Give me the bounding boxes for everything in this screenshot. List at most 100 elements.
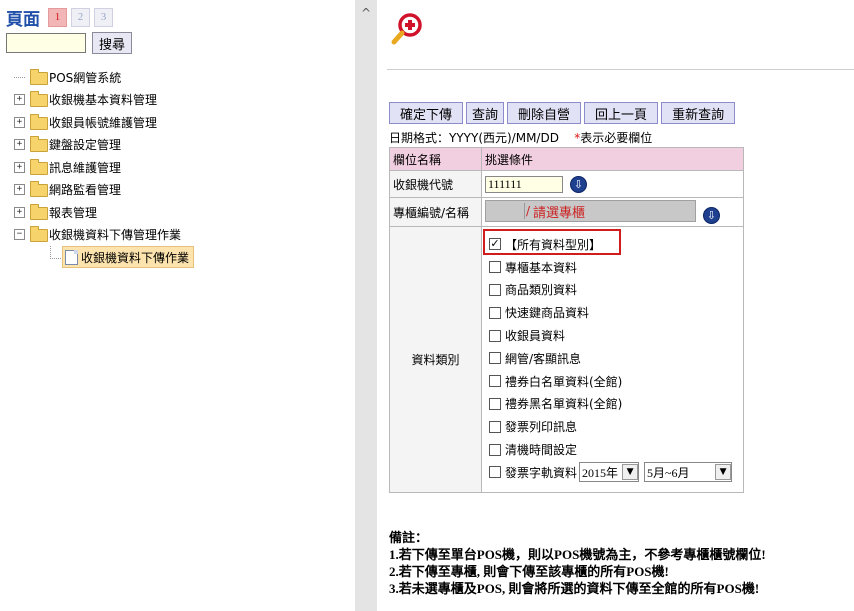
required-note: 表示必要欄位	[580, 131, 653, 145]
collapse-icon[interactable]: −	[14, 229, 25, 241]
type-option-invoice-track[interactable]: 發票字軌資料 2015年 ▼ 5月~6月 ▼	[489, 461, 740, 484]
tree-item-keyboard[interactable]: + 鍵盤設定管理	[14, 134, 194, 157]
expand-icon[interactable]: +	[14, 94, 25, 106]
tree-item-cashier-account[interactable]: + 收銀員帳號維護管理	[14, 111, 194, 134]
page-1-link[interactable]: 1	[48, 7, 67, 27]
checkbox[interactable]	[489, 420, 501, 433]
tree-item-label: 收銀機資料下傳作業	[81, 250, 190, 265]
period-select-value: 5月~6月	[647, 465, 690, 480]
pos-code-input[interactable]	[485, 175, 563, 193]
type-label: 禮券白名單資料(全館)	[505, 374, 623, 389]
type-label: 發票字軌資料	[505, 465, 578, 480]
expand-icon[interactable]: +	[14, 161, 25, 173]
chevron-down-icon[interactable]: ▼	[622, 464, 639, 481]
checkbox[interactable]	[489, 466, 501, 479]
data-type-label: 資料類別	[389, 226, 482, 493]
tree-item-label: 收銀員帳號維護管理	[49, 115, 158, 130]
remarks: 備註： 1.若下傳至單台POS機，則以POS機號為主，不參考專櫃櫃號欄位! 2.…	[389, 529, 766, 597]
column-name-header: 欄位名稱	[389, 147, 482, 171]
expand-icon[interactable]: +	[14, 139, 25, 151]
type-option[interactable]: 禮券白名單資料(全館)	[489, 370, 740, 393]
pager-title: 頁面	[6, 9, 40, 29]
delete-self-run-button[interactable]: 刪除自營	[507, 102, 582, 124]
remarks-title: 備註：	[389, 530, 429, 545]
expand-icon[interactable]: +	[14, 184, 25, 196]
type-option[interactable]: 快速鍵商品資料	[489, 301, 740, 324]
tree-item-label: 訊息維護管理	[49, 160, 122, 175]
requery-button[interactable]: 重新查詢	[661, 102, 736, 124]
type-option[interactable]: 清機時間設定	[489, 438, 740, 461]
folder-icon	[30, 181, 48, 198]
type-option[interactable]: 專櫃基本資料	[489, 256, 740, 279]
type-label: 發票列印訊息	[505, 420, 578, 435]
tree-search: 搜尋	[6, 32, 133, 54]
page-2-link[interactable]: 2	[71, 7, 90, 27]
search-button[interactable]: 搜尋	[92, 32, 133, 54]
cabinet-field[interactable]: / 請選專櫃	[485, 200, 697, 222]
remark-line: 2.若下傳至專櫃, 則會下傳至該專櫃的所有POS機!	[389, 564, 669, 579]
type-option[interactable]: 禮券黑名單資料(全館)	[489, 393, 740, 416]
query-button[interactable]: 查詢	[466, 102, 505, 124]
folder-icon	[30, 91, 48, 108]
tree-item-download-mgmt[interactable]: − 收銀機資料下傳管理作業	[14, 224, 194, 247]
tree-item-label: 收銀機基本資料管理	[49, 93, 158, 108]
checkbox[interactable]	[489, 397, 501, 410]
tree-item-label: 收銀機資料下傳管理作業	[49, 228, 182, 243]
pane-splitter[interactable]: ^	[355, 0, 377, 611]
tree-connector	[14, 76, 25, 78]
type-label: 商品類別資料	[505, 283, 578, 298]
tree-item-network-monitor[interactable]: + 網路監看管理	[14, 179, 194, 202]
checkbox[interactable]	[489, 329, 501, 342]
content-pane: 確定下傳 查詢 刪除自營 回上一頁 重新查詢 日期格式：YYYY(西元)/MM/…	[377, 0, 854, 611]
period-select[interactable]: 5月~6月 ▼	[644, 462, 733, 483]
folder-icon	[30, 113, 48, 130]
pos-lookup-icon[interactable]: ⇩	[569, 175, 587, 193]
year-select-value: 2015年	[582, 465, 619, 480]
condition-header: 挑選條件	[481, 147, 744, 171]
type-label: 禮券黑名單資料(全館)	[505, 397, 623, 412]
checkbox[interactable]	[489, 283, 501, 296]
tree-root[interactable]: POS網管系統	[14, 66, 194, 89]
checkbox[interactable]	[489, 352, 501, 365]
tree-item-label: 網路監看管理	[49, 183, 122, 198]
function-tree: POS網管系統 + 收銀機基本資料管理 + 收銀員帳號維護管理 + 鍵盤設定管理…	[14, 66, 195, 269]
pager: 頁面 1 2 3	[6, 6, 117, 29]
format-note: 日期格式：YYYY(西元)/MM/DD *表示必要欄位	[389, 129, 652, 146]
cabinet-lookup-icon[interactable]: ⇩	[702, 207, 720, 224]
expand-icon[interactable]: +	[14, 116, 25, 128]
tree-item-reports[interactable]: + 報表管理	[14, 201, 194, 224]
chevron-down-icon[interactable]: ▼	[715, 464, 732, 481]
type-label: 快速鍵商品資料	[505, 306, 590, 321]
search-input[interactable]	[6, 33, 86, 53]
type-label: 網管/客顯訊息	[505, 351, 582, 366]
magnifier-plus-icon	[391, 13, 422, 45]
year-select[interactable]: 2015年 ▼	[579, 462, 640, 483]
expand-icon[interactable]: +	[14, 206, 25, 218]
tree-item-pos-basic[interactable]: + 收銀機基本資料管理	[14, 89, 194, 112]
type-option[interactable]: 發票列印訊息	[489, 415, 740, 438]
scroll-up-icon[interactable]: ^	[359, 6, 373, 20]
document-icon	[65, 249, 78, 265]
checkbox[interactable]	[489, 375, 501, 388]
checkbox[interactable]	[489, 261, 501, 274]
type-option[interactable]: 網管/客顯訊息	[489, 347, 740, 370]
back-button[interactable]: 回上一頁	[584, 102, 659, 124]
pos-code-row: 收銀機代號 ⇩	[389, 170, 744, 198]
checkbox[interactable]	[489, 443, 501, 456]
checkbox[interactable]	[489, 306, 501, 319]
cabinet-cell: / 請選專櫃 ⇩	[481, 197, 744, 227]
type-option-all[interactable]: ✓ 【所有資料型別】	[483, 229, 740, 256]
download-form: 欄位名稱 挑選條件 收銀機代號 ⇩ 專櫃編號/名稱 / 請選專櫃 ⇩ 資料類別	[389, 147, 744, 493]
action-toolbar: 確定下傳 查詢 刪除自營 回上一頁 重新查詢	[389, 102, 738, 124]
tree-item-message[interactable]: + 訊息維護管理	[14, 156, 194, 179]
cabinet-name-input[interactable]: 請選專櫃	[531, 203, 696, 221]
selected-tree-item[interactable]: 收銀機資料下傳作業	[62, 246, 195, 269]
pos-code-label: 收銀機代號	[389, 170, 482, 198]
page-3-link[interactable]: 3	[94, 7, 113, 27]
tree-item-download-job[interactable]: 收銀機資料下傳作業	[50, 245, 195, 269]
type-option[interactable]: 收銀員資料	[489, 324, 740, 347]
confirm-download-button[interactable]: 確定下傳	[389, 102, 464, 124]
cabinet-id-input[interactable]	[486, 203, 525, 219]
nav-pane: 頁面 1 2 3 搜尋 POS網管系統 + 收銀機基本資料管理 + 收銀員帳號維…	[0, 0, 355, 611]
type-option[interactable]: 商品類別資料	[489, 279, 740, 302]
